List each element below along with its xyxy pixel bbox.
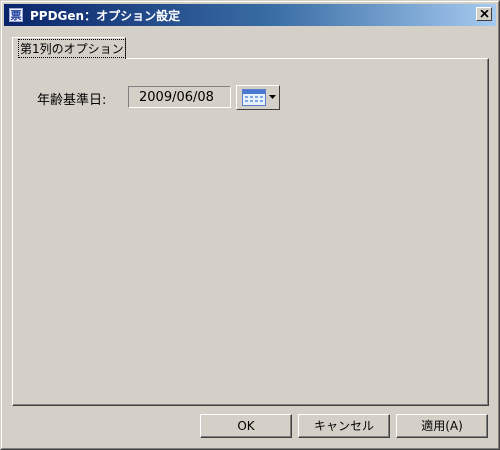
tab-label: 第1列のオプション [18, 39, 126, 58]
base-date-label: 年齢基準日: [37, 93, 107, 108]
app-icon: 票 [9, 8, 23, 22]
chevron-down-icon [269, 95, 276, 99]
options-panel: 年齢基準日: 2009/06/08 [12, 58, 489, 406]
window-title: PPDGen：オプション設定 [30, 9, 181, 23]
ok-button[interactable]: OK [200, 414, 292, 438]
calendar-icon [242, 89, 266, 106]
close-icon [480, 10, 489, 18]
calendar-dropdown-button[interactable] [236, 85, 280, 110]
apply-button[interactable]: 適用(A) [396, 414, 488, 438]
tab-column1-options[interactable]: 第1列のオプション [12, 37, 126, 59]
close-button[interactable] [476, 7, 492, 21]
base-date-field[interactable]: 2009/06/08 [128, 86, 231, 108]
app-icon-glyph: 票 [10, 9, 22, 22]
dialog-window: 票 PPDGen：オプション設定 第1列のオプション 年齢基準日: 2009/0… [0, 0, 500, 450]
title-bar[interactable]: 票 PPDGen：オプション設定 [4, 4, 496, 26]
base-date-value: 2009/06/08 [139, 90, 214, 105]
cancel-button[interactable]: キャンセル [298, 414, 390, 438]
